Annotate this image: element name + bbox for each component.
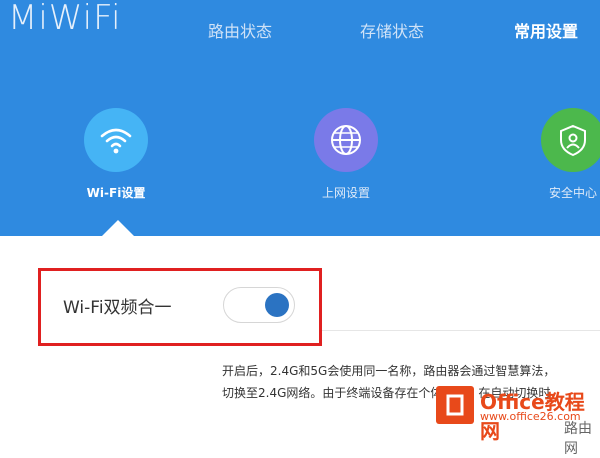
nav-router-status[interactable]: 路由状态 [208,18,272,42]
nav-storage-status[interactable]: 存储状态 [360,18,424,42]
miwifi-logo: MiWiFi [8,0,122,38]
section-divider [322,330,600,331]
toggle-knob [265,293,289,317]
watermark-side-text: 路由网 [564,421,592,457]
description-line-1: 开启后，2.4G和5G会使用同一名称，路由器会通过智慧算法， [222,364,556,378]
feature-internet-settings[interactable]: 上网设置 [281,108,411,201]
wifi-dual-band-toggle[interactable] [223,287,295,323]
shield-icon [541,108,600,172]
feature-wifi-settings[interactable]: Wi-Fi设置 [51,108,181,201]
wifi-dual-band-row: Wi-Fi双频合一 [38,268,322,346]
nav-common-settings[interactable]: 常用设置 [514,18,578,42]
wifi-icon [84,108,148,172]
globe-icon [314,108,378,172]
feature-security-label: 安全中心 [548,186,597,200]
office-logo-icon [436,386,474,424]
header-bar: MiWiFi 路由状态 存储状态 常用设置 Wi-Fi设置 上网设置 安全中心 [0,0,600,236]
wifi-dual-band-label: Wi-Fi双频合一 [63,298,172,318]
feature-internet-label: 上网设置 [321,186,370,200]
active-tab-pointer [102,220,134,236]
feature-wifi-label: Wi-Fi设置 [86,186,146,200]
feature-security-center[interactable]: 安全中心 [508,108,600,201]
